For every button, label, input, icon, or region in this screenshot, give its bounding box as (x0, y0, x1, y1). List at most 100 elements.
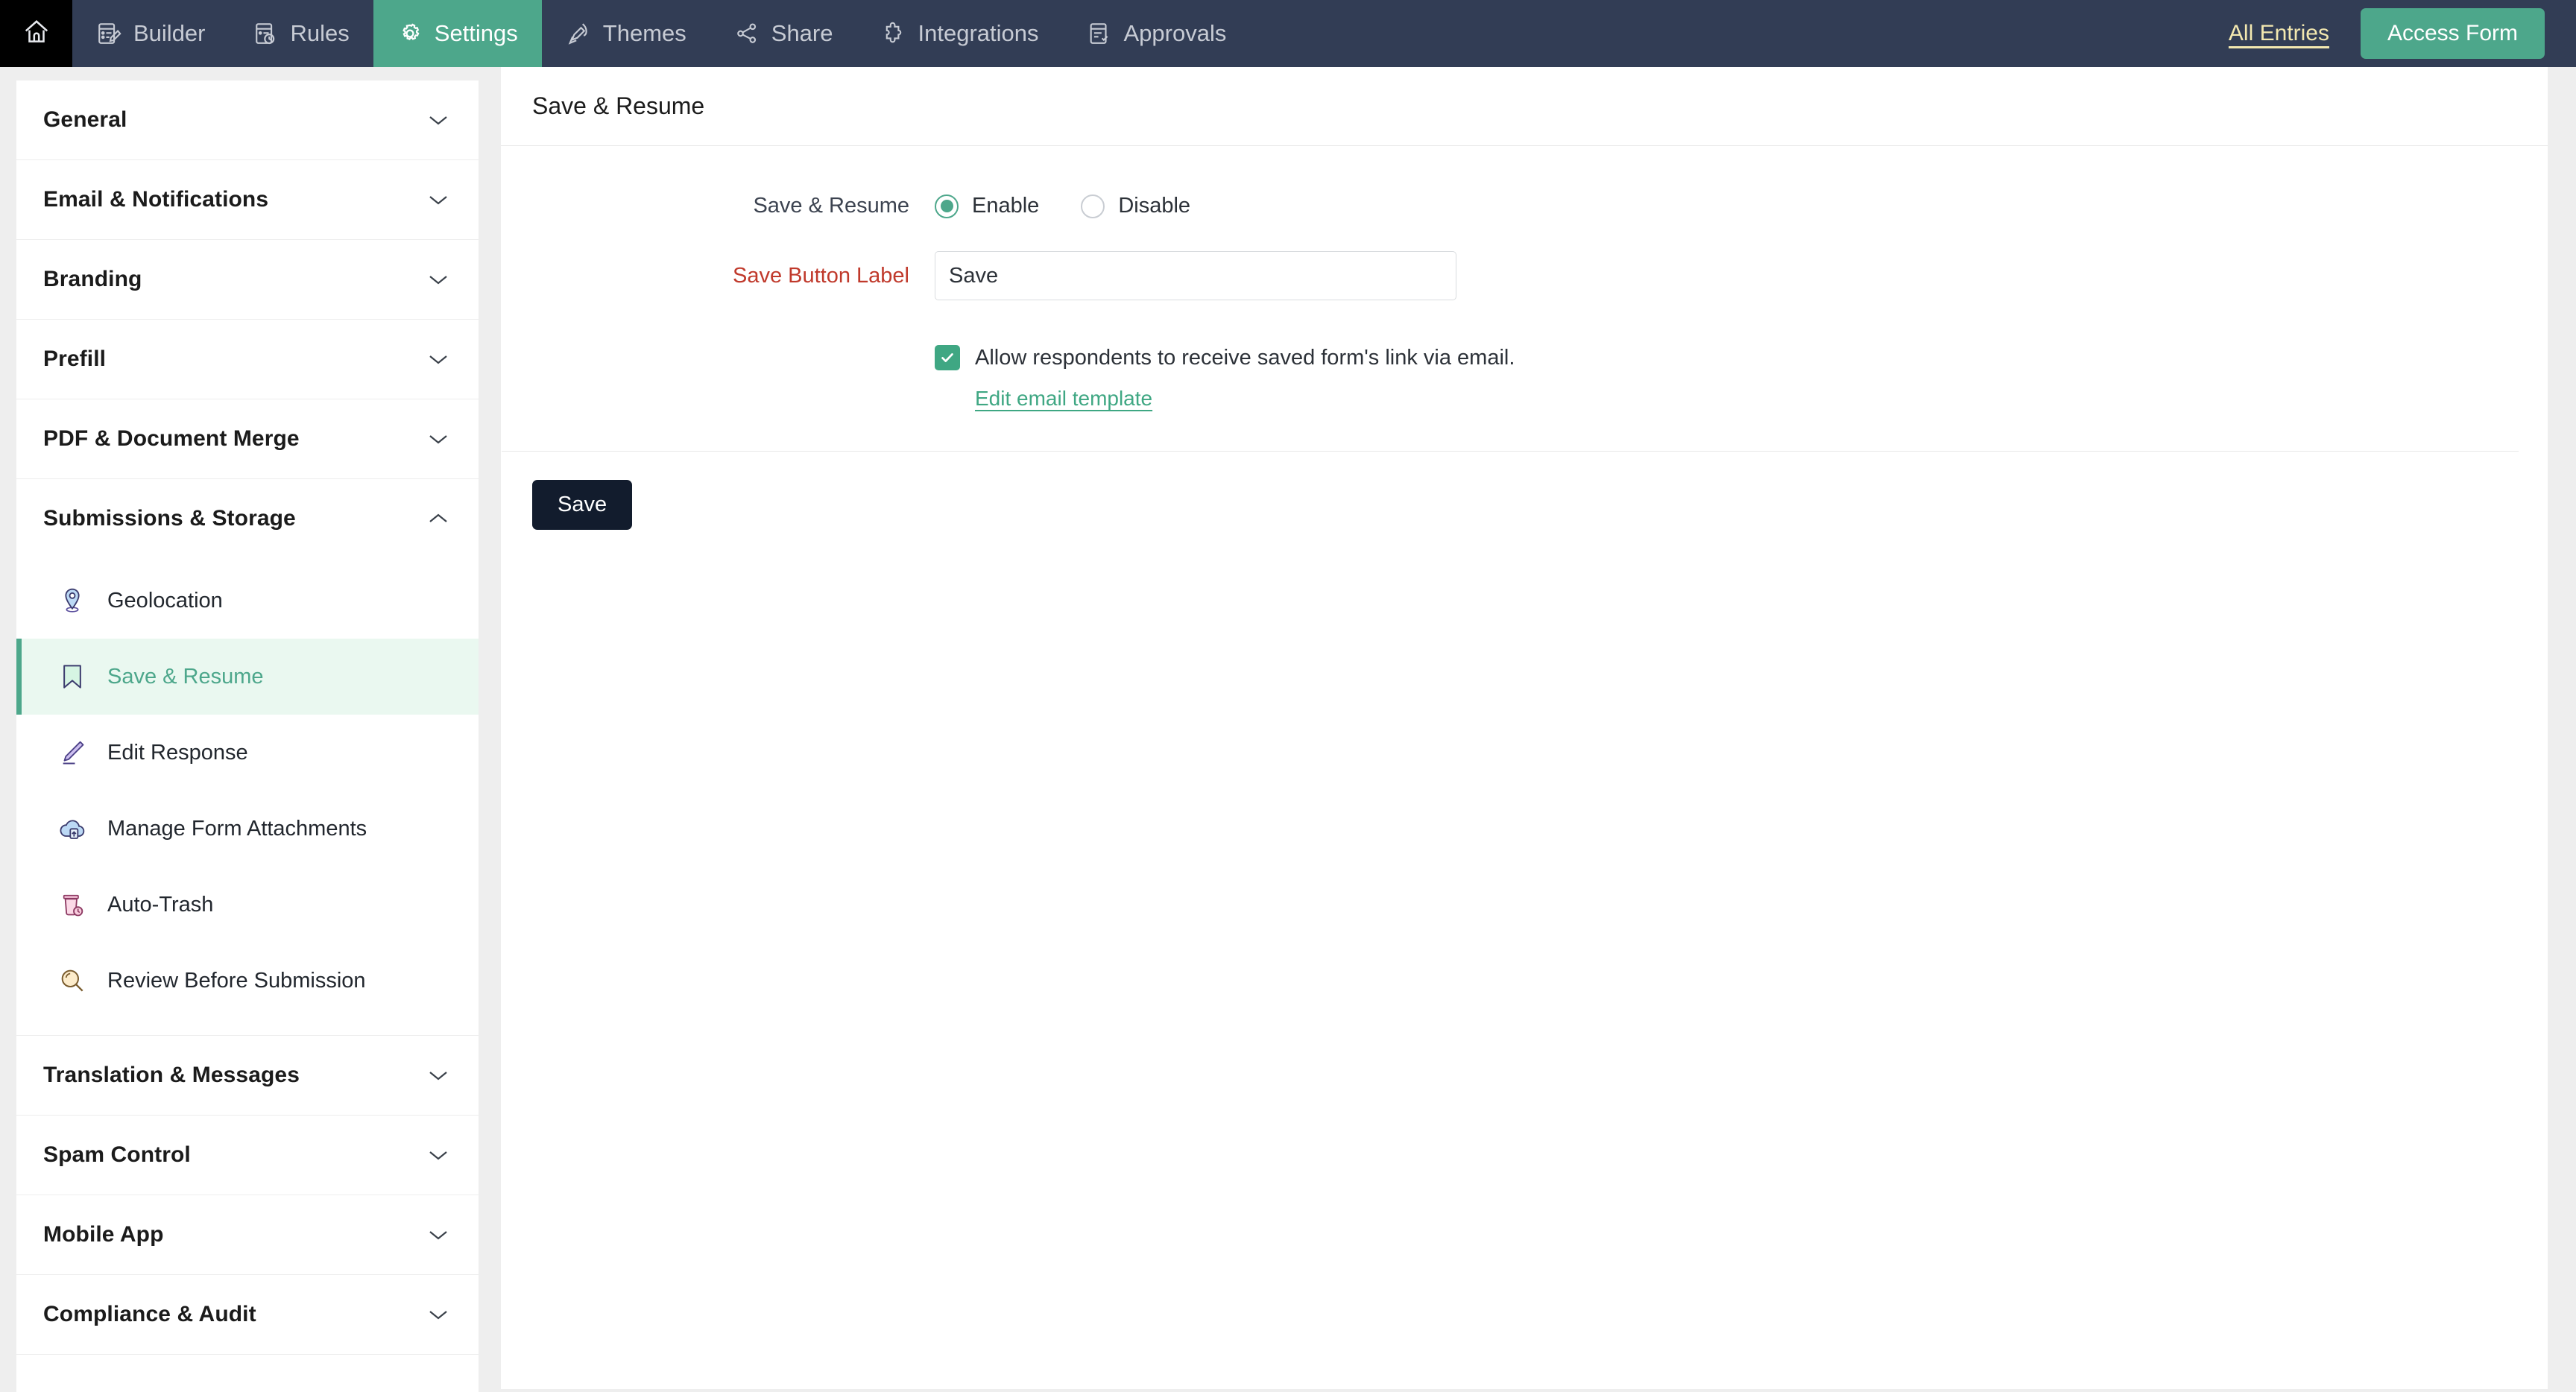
sidebar-group-pdf-document-merge: PDF & Document Merge (16, 399, 479, 479)
save-resume-radio-group: Enable Disable (935, 194, 1190, 218)
sidebar-item-edit-response[interactable]: Edit Response (16, 715, 479, 791)
tab-settings-label: Settings (434, 20, 518, 46)
sidebar-group-translation-messages-label: Translation & Messages (43, 1063, 300, 1087)
home-button[interactable] (0, 0, 72, 67)
access-form-button[interactable]: Access Form (2360, 8, 2545, 59)
sidebar-item-manage-form-attachments[interactable]: Manage Form Attachments (16, 791, 479, 867)
tab-themes[interactable]: Themes (542, 0, 710, 67)
sidebar-subitems: Geolocation Save & Resume Edit Response … (16, 558, 479, 1035)
sidebar-item-review-before-submission-label: Review Before Submission (107, 968, 366, 993)
save-resume-form: Save & Resume Enable Disable Save Button… (501, 194, 2548, 530)
chevron-down-icon (428, 194, 449, 206)
sidebar-group-mobile-app-label: Mobile App (43, 1222, 164, 1247)
top-navigation-bar: Builder Rules Settings Themes Share Inte… (0, 0, 2576, 67)
chevron-up-icon (428, 513, 449, 525)
sidebar-group-prefill: Prefill (16, 320, 479, 399)
sidebar-item-save-resume[interactable]: Save & Resume (16, 639, 479, 715)
form-builder-icon (96, 21, 121, 46)
sidebar-group-prefill-header[interactable]: Prefill (16, 320, 479, 399)
settings-sidebar: General Email & Notifications Branding P… (16, 80, 479, 1392)
all-entries-link[interactable]: All Entries (2229, 21, 2329, 46)
tab-share[interactable]: Share (710, 0, 857, 67)
sidebar-group-spam-control-header[interactable]: Spam Control (16, 1116, 479, 1195)
sidebar-item-review-before-submission[interactable]: Review Before Submission (16, 943, 479, 1019)
sidebar-group-branding-label: Branding (43, 267, 142, 291)
chevron-down-icon (428, 1229, 449, 1241)
settings-content-card: Save & Resume Save & Resume Enable Disab… (501, 67, 2548, 1389)
sidebar-group-mobile-app-header[interactable]: Mobile App (16, 1195, 479, 1274)
save-resume-toggle-row: Save & Resume Enable Disable (501, 194, 2548, 218)
radio-option-enable-label: Enable (972, 194, 1040, 218)
tab-builder-label: Builder (133, 20, 206, 46)
sidebar-item-manage-form-attachments-label: Manage Form Attachments (107, 816, 367, 841)
page-title: Save & Resume (532, 92, 705, 119)
tab-share-label: Share (771, 20, 833, 46)
sidebar-group-pdf-document-merge-header[interactable]: PDF & Document Merge (16, 399, 479, 478)
sidebar-group-compliance-audit-label: Compliance & Audit (43, 1302, 256, 1326)
sidebar-item-geolocation-label: Geolocation (107, 588, 223, 613)
home-icon (22, 18, 51, 50)
allow-email-checkbox-line[interactable]: Allow respondents to receive saved form'… (935, 345, 2548, 370)
sidebar-group-translation-messages-header[interactable]: Translation & Messages (16, 1036, 479, 1115)
tab-integrations[interactable]: Integrations (857, 0, 1063, 67)
save-button-label-field-label: Save Button Label (732, 264, 909, 288)
map-pin-icon (57, 585, 88, 616)
radio-option-enable[interactable]: Enable (935, 194, 1039, 218)
sidebar-item-save-resume-label: Save & Resume (107, 664, 264, 689)
form-actions: Save (501, 452, 2548, 530)
gear-icon (397, 21, 423, 46)
pencil-icon (57, 737, 88, 768)
brush-icon (566, 21, 591, 46)
tab-rules[interactable]: Rules (230, 0, 373, 67)
sidebar-item-geolocation[interactable]: Geolocation (16, 563, 479, 639)
chevron-down-icon (428, 433, 449, 445)
save-button-label-row: Save Button Label (501, 251, 2548, 300)
tab-approvals-label: Approvals (1123, 20, 1227, 46)
content-header: Save & Resume (501, 67, 2548, 146)
sidebar-group-compliance-audit-header[interactable]: Compliance & Audit (16, 1275, 479, 1354)
sidebar-group-prefill-label: Prefill (43, 347, 107, 371)
tab-themes-label: Themes (602, 20, 686, 46)
tab-settings[interactable]: Settings (373, 0, 542, 67)
sidebar-group-branding: Branding (16, 240, 479, 320)
cloud-upload-icon (57, 813, 88, 844)
sidebar-group-email-notifications-header[interactable]: Email & Notifications (16, 160, 479, 239)
sidebar-group-general-header[interactable]: General (16, 80, 479, 159)
nav-right-actions: All Entries Access Form (2229, 0, 2576, 67)
magnifier-icon (57, 965, 88, 996)
save-button[interactable]: Save (532, 480, 633, 530)
sidebar-group-email-notifications-label: Email & Notifications (43, 187, 269, 212)
bookmark-icon (57, 661, 88, 692)
radio-option-disable[interactable]: Disable (1081, 194, 1190, 218)
radio-option-disable-label: Disable (1118, 194, 1191, 218)
radio-selected-icon (935, 194, 959, 218)
sidebar-group-branding-header[interactable]: Branding (16, 240, 479, 319)
tab-approvals[interactable]: Approvals (1063, 0, 1251, 67)
sidebar-group-pdf-document-merge-label: PDF & Document Merge (43, 426, 300, 451)
share-nodes-icon (734, 21, 760, 46)
sidebar-item-auto-trash[interactable]: Auto-Trash (16, 867, 479, 943)
tab-builder[interactable]: Builder (72, 0, 230, 67)
sidebar-group-email-notifications: Email & Notifications (16, 160, 479, 240)
puzzle-icon (881, 21, 906, 46)
save-resume-field-label: Save & Resume (753, 194, 909, 218)
allow-email-label: Allow respondents to receive saved form'… (975, 345, 1515, 370)
sidebar-item-auto-trash-label: Auto-Trash (107, 892, 214, 917)
approvals-icon (1087, 21, 1112, 46)
checkbox-checked-icon[interactable] (935, 345, 960, 370)
sidebar-group-submissions-storage-label: Submissions & Storage (43, 506, 296, 531)
chevron-down-icon (428, 273, 449, 285)
edit-email-template-link[interactable]: Edit email template (975, 387, 1152, 411)
chevron-down-icon (428, 1149, 449, 1161)
radio-unselected-icon (1081, 194, 1105, 218)
chevron-down-icon (428, 1069, 449, 1081)
sidebar-group-translation-messages: Translation & Messages (16, 1036, 479, 1116)
chevron-down-icon (428, 1309, 449, 1320)
page-body: General Email & Notifications Branding P… (0, 67, 2576, 1392)
nav-tabs: Builder Rules Settings Themes Share Inte… (72, 0, 1250, 67)
save-button-label-input[interactable] (935, 251, 1456, 300)
sidebar-group-submissions-storage-header[interactable]: Submissions & Storage (16, 479, 479, 558)
trash-clock-icon (57, 889, 88, 920)
sidebar-group-spam-control: Spam Control (16, 1116, 479, 1195)
chevron-down-icon (428, 114, 449, 126)
